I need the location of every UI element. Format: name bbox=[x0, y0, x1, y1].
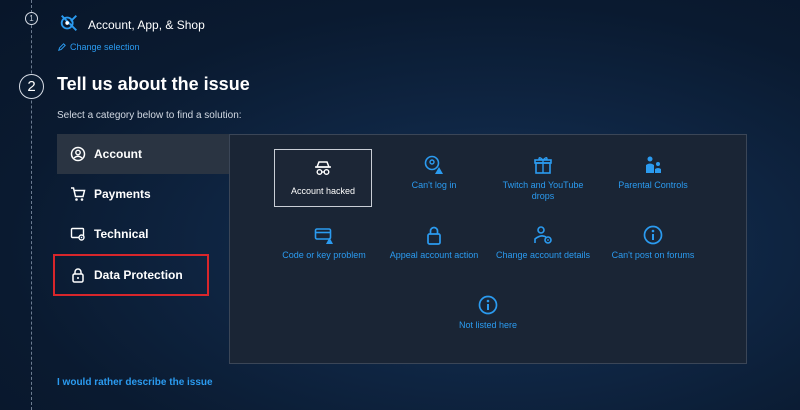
option-label: Account hacked bbox=[290, 186, 356, 196]
category-label: Account bbox=[94, 147, 142, 161]
option-label: Can't log in bbox=[411, 180, 457, 190]
option-account-hacked[interactable]: Account hacked bbox=[274, 149, 372, 207]
step-2-indicator: 2 bbox=[19, 74, 44, 99]
user-gear-icon bbox=[534, 226, 552, 244]
change-selection-label: Change selection bbox=[70, 42, 140, 52]
change-selection-link[interactable]: Change selection bbox=[58, 42, 140, 52]
option-change-account-details[interactable]: Change account details bbox=[493, 225, 593, 261]
parent-child-icon bbox=[646, 156, 661, 173]
user-alert-icon bbox=[424, 155, 443, 174]
option-parental-controls[interactable]: Parental Controls bbox=[603, 155, 703, 191]
option-label: Parental Controls bbox=[618, 180, 688, 190]
category-label: Technical bbox=[94, 227, 149, 241]
step-timeline bbox=[31, 0, 32, 410]
option-label: Change account details bbox=[495, 250, 591, 260]
info-icon bbox=[478, 295, 498, 315]
pencil-icon bbox=[58, 43, 66, 51]
category-data-protection[interactable]: Data Protection bbox=[53, 254, 209, 296]
option-appeal-account-action[interactable]: Appeal account action bbox=[384, 225, 484, 261]
hacker-icon bbox=[315, 161, 331, 175]
option-label: Not listed here bbox=[458, 320, 518, 330]
monitor-gear-icon bbox=[70, 227, 85, 241]
category-account[interactable]: Account bbox=[57, 134, 229, 174]
product-title: Account, App, & Shop bbox=[88, 18, 205, 32]
option-label: Twitch and YouTube drops bbox=[502, 180, 584, 201]
category-label: Data Protection bbox=[94, 268, 183, 282]
category-list: Account Payments Technical Data Protecti… bbox=[53, 134, 229, 296]
option-cant-log-in[interactable]: Can't log in bbox=[384, 155, 484, 191]
describe-issue-link[interactable]: I would rather describe the issue bbox=[57, 377, 213, 388]
issue-options-panel: Account hacked Can't log in Twitch and Y… bbox=[229, 134, 747, 364]
lock-icon bbox=[72, 268, 84, 283]
instruction-text: Select a category below to find a soluti… bbox=[57, 110, 242, 121]
category-payments[interactable]: Payments bbox=[57, 174, 229, 214]
category-label: Payments bbox=[94, 187, 151, 201]
user-circle-icon bbox=[70, 146, 86, 162]
option-label: Code or key problem bbox=[282, 250, 366, 260]
category-technical[interactable]: Technical bbox=[57, 214, 229, 254]
option-label: Can't post on forums bbox=[611, 250, 695, 260]
lock-icon bbox=[427, 226, 441, 245]
option-cant-post-forums[interactable]: Can't post on forums bbox=[603, 225, 703, 261]
cart-icon bbox=[71, 187, 86, 201]
info-icon bbox=[643, 225, 663, 245]
gift-icon bbox=[534, 157, 552, 174]
app-logo-icon bbox=[60, 15, 77, 31]
option-not-listed[interactable]: Not listed here bbox=[438, 295, 538, 331]
option-label: Appeal account action bbox=[389, 250, 479, 260]
option-twitch-youtube-drops[interactable]: Twitch and YouTube drops bbox=[493, 155, 593, 202]
option-code-key-problem[interactable]: Code or key problem bbox=[274, 225, 374, 261]
card-alert-icon bbox=[314, 228, 333, 244]
step-1-indicator: 1 bbox=[25, 12, 38, 25]
section-title: Tell us about the issue bbox=[57, 74, 250, 94]
